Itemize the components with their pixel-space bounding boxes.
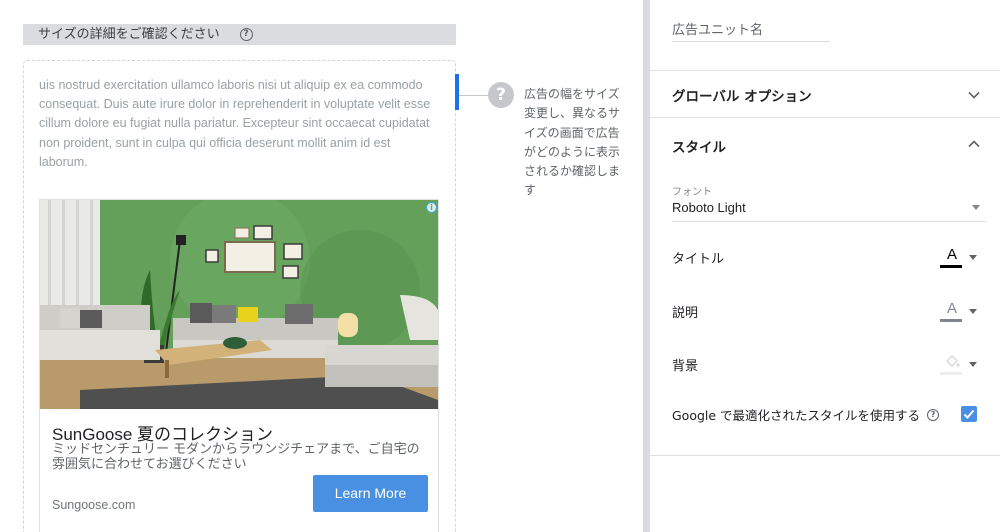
color-swatch	[940, 372, 962, 375]
dropdown-caret-icon	[969, 362, 977, 367]
google-optimized-checkbox[interactable]	[961, 406, 977, 422]
ad-unit-name-input[interactable]: 広告ユニット名	[672, 19, 830, 42]
chevron-up-icon[interactable]	[968, 138, 980, 150]
font-label: フォント	[672, 187, 712, 198]
color-swatch	[940, 319, 962, 322]
background-color-label: 背景	[672, 359, 699, 374]
help-icon[interactable]: ?	[927, 408, 940, 421]
living-room-photo-icon	[40, 200, 438, 409]
panel-divider[interactable]	[643, 0, 650, 532]
text-color-icon: A	[946, 300, 957, 317]
ad-info-icon[interactable]: i	[426, 202, 437, 213]
google-optimized-row: Google で最適化されたスタイルを使用する ?	[672, 405, 940, 424]
color-swatch	[940, 265, 962, 268]
divider	[650, 117, 1000, 118]
title-color-picker[interactable]: A	[940, 246, 980, 270]
ad-card[interactable]: i SunGoose 夏のコレクション ミッドセンチュリー モダンからラウンジチ…	[39, 199, 439, 532]
settings-panel: 広告ユニット名 グローバル オプション スタイル フォント Roboto Lig…	[650, 0, 1000, 532]
font-select[interactable]: Roboto Light	[672, 200, 746, 215]
style-header[interactable]: スタイル	[672, 136, 726, 156]
resize-hint-text: 広告の幅をサイズ変更し、異なるサイズの画面で広告がどのように表示されるか確認しま…	[524, 87, 621, 198]
ad-description: ミッドセンチュリー モダンからラウンジチェアまで、ご自宅の雰囲気に合わせてお選び…	[52, 442, 420, 472]
paint-bucket-icon	[946, 355, 960, 367]
divider	[650, 455, 1000, 456]
font-select-underline	[672, 221, 986, 222]
sample-body-text: uis nostrud exercitation ullamco laboris…	[39, 78, 431, 169]
ad-preview-pane: サイズの詳細をご確認ください ? uis nostrud exercitatio…	[0, 0, 643, 532]
size-details-header: サイズの詳細をご確認ください ?	[23, 24, 456, 45]
divider	[650, 70, 1000, 71]
global-options-header[interactable]: グローバル オプション	[672, 85, 812, 105]
title-color-label: タイトル	[672, 252, 725, 267]
description-color-picker[interactable]: A	[940, 300, 980, 324]
text-color-icon: A	[946, 246, 957, 263]
ad-image[interactable]: i	[40, 200, 438, 409]
ad-display-url[interactable]: Sungoose.com	[52, 498, 135, 512]
hint-connector	[459, 95, 489, 96]
google-optimized-label: Google で最適化されたスタイルを使用する	[672, 408, 921, 423]
chevron-down-icon[interactable]	[968, 89, 980, 101]
dropdown-caret-icon	[969, 309, 977, 314]
size-details-label: サイズの詳細をご確認ください	[38, 27, 220, 42]
dropdown-caret-icon	[969, 255, 977, 260]
background-color-picker[interactable]	[940, 353, 980, 377]
learn-more-button[interactable]: Learn More	[313, 475, 428, 512]
question-icon: ?	[488, 82, 514, 108]
help-icon[interactable]: ?	[239, 28, 253, 41]
checkmark-icon	[963, 409, 975, 419]
description-color-label: 説明	[672, 306, 699, 321]
dropdown-caret-icon[interactable]	[972, 205, 980, 210]
resize-handle[interactable]	[455, 74, 459, 110]
